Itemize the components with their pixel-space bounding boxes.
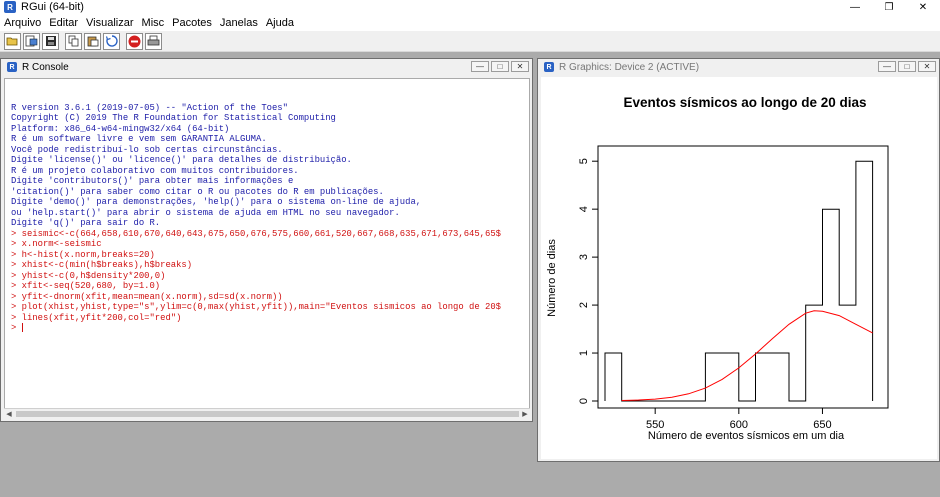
console-line: ou 'help.start()' para abrir o sistema d…: [11, 207, 400, 218]
console-command: > yfit<-dnorm(xfit,mean=mean(x.norm),sd=…: [11, 291, 283, 302]
console-line: R version 3.6.1 (2019-07-05) -- "Action …: [11, 102, 288, 113]
plot-area: Eventos sísmicos ao longo de 20 dias Núm…: [541, 77, 937, 459]
app-title: RGui (64-bit): [21, 1, 84, 13]
console-command: > yhist<-c(0,h$density*200,0): [11, 270, 166, 281]
console-line: Você pode redistribuí-lo sob certas circ…: [11, 144, 283, 155]
console-line: Digite 'q()' para sair do R.: [11, 218, 161, 228]
axes: 550 600 650 0 1 2 3 4 5: [578, 145, 889, 431]
text-caret: [21, 323, 23, 333]
menu-visualizar[interactable]: Visualizar: [82, 17, 138, 29]
prompt-symbol: >: [11, 323, 22, 333]
console-text-area[interactable]: R version 3.6.1 (2019-07-05) -- "Action …: [4, 78, 530, 415]
restore-button[interactable]: ❐: [872, 0, 906, 14]
console-window[interactable]: R R Console — □ ✕ R version 3.6.1 (2019-…: [0, 58, 533, 422]
r-logo-icon: R: [544, 62, 554, 72]
x-tick-label: 650: [813, 419, 831, 431]
scroll-left-icon[interactable]: ◀: [4, 409, 14, 419]
y-tick-label: 0: [578, 398, 590, 404]
graphics-title: R Graphics: Device 2 (ACTIVE): [559, 61, 700, 73]
copy-paste-icon[interactable]: [103, 32, 120, 50]
console-title: R Console: [22, 61, 69, 73]
console-prompt[interactable]: >: [11, 323, 501, 334]
x-tick-label: 600: [730, 419, 748, 431]
console-line: Platform: x86_64-w64-mingw32/x64 (64-bit…: [11, 123, 230, 134]
console-line: Digite 'demo()' para demonstrações, 'hel…: [11, 197, 422, 207]
open-script-icon[interactable]: [4, 32, 21, 50]
print-icon[interactable]: [145, 32, 162, 50]
y-tick-label: 5: [578, 158, 590, 164]
load-workspace-icon[interactable]: [23, 32, 40, 50]
window-controls: — ❐ ✕: [838, 0, 940, 14]
graphics-maximize-button[interactable]: □: [898, 61, 916, 72]
menu-misc[interactable]: Misc: [138, 17, 169, 29]
console-titlebar[interactable]: R R Console — □ ✕: [1, 59, 532, 75]
console-command: > xhist<-c(min(h$breaks),h$breaks): [11, 260, 193, 270]
console-minimize-button[interactable]: —: [471, 61, 489, 72]
console-command: > x.norm<-seismic: [11, 239, 102, 249]
close-button[interactable]: ✕: [906, 0, 940, 14]
menu-ajuda[interactable]: Ajuda: [262, 17, 298, 29]
r-logo-icon: R: [7, 62, 17, 72]
stop-icon[interactable]: [126, 32, 143, 50]
console-maximize-button[interactable]: □: [491, 61, 509, 72]
console-line: R é um projeto colaborativo com muitos c…: [11, 165, 299, 176]
console-command: > plot(xhist,yhist,type="s",ylim=c(0,max…: [11, 302, 501, 312]
r-logo-icon: R: [4, 1, 16, 13]
graphics-close-button[interactable]: ✕: [918, 61, 936, 72]
console-line: Copyright (C) 2019 The R Foundation for …: [11, 113, 336, 123]
console-command: > seismic<-c(664,658,610,670,640,643,675…: [11, 228, 501, 239]
menu-editar[interactable]: Editar: [45, 17, 82, 29]
normal-fit-curve: [621, 310, 873, 401]
series-layer: [604, 160, 874, 402]
console-command: > h<-hist(x.norm,breaks=20): [11, 249, 155, 260]
console-line: R é um software livre e vem sem GARANTIA…: [11, 134, 267, 144]
chart-title: Eventos sísmicos ao longo de 20 dias: [623, 95, 866, 110]
graphics-titlebar[interactable]: R R Graphics: Device 2 (ACTIVE) — □ ✕: [538, 59, 939, 75]
scroll-right-icon[interactable]: ▶: [520, 409, 530, 419]
scroll-thumb[interactable]: [16, 410, 519, 417]
app-titlebar: R RGui (64-bit) — ❐ ✕: [0, 0, 940, 14]
console-command: > lines(xfit,yfit*200,col="red"): [11, 312, 182, 323]
console-close-button[interactable]: ✕: [511, 61, 529, 72]
menu-janelas[interactable]: Janelas: [216, 17, 262, 29]
save-workspace-icon[interactable]: [42, 32, 59, 50]
menubar: Arquivo Editar Visualizar Misc Pacotes J…: [0, 14, 940, 31]
paste-icon[interactable]: [84, 32, 101, 50]
y-tick-label: 1: [578, 350, 590, 356]
y-tick-label: 3: [578, 254, 590, 260]
toolbar: [0, 31, 940, 52]
console-line: Digite 'contributors()' para obter mais …: [11, 176, 294, 186]
menu-pacotes[interactable]: Pacotes: [168, 17, 216, 29]
menu-arquivo[interactable]: Arquivo: [0, 17, 45, 29]
histogram-step-line: [604, 160, 874, 402]
scroll-track[interactable]: [14, 410, 520, 418]
x-axis-label: Número de eventos sísmicos em um dia: [648, 430, 845, 442]
y-axis-label: Número de dias: [546, 239, 558, 317]
graphics-minimize-button[interactable]: —: [878, 61, 896, 72]
console-horizontal-scrollbar[interactable]: ◀ ▶: [4, 408, 530, 418]
plot-frame: [597, 145, 889, 409]
copy-icon[interactable]: [65, 32, 82, 50]
console-line: 'citation()' para saber como citar o R o…: [11, 186, 384, 197]
y-tick-label: 4: [578, 206, 590, 212]
graphics-window[interactable]: R R Graphics: Device 2 (ACTIVE) — □ ✕ Ev…: [537, 58, 940, 462]
x-tick-label: 550: [646, 419, 664, 431]
histogram-plot: Eventos sísmicos ao longo de 20 dias Núm…: [546, 95, 889, 442]
minimize-button[interactable]: —: [838, 0, 872, 14]
console-output: R version 3.6.1 (2019-07-05) -- "Action …: [11, 92, 501, 355]
y-tick-label: 2: [578, 302, 590, 308]
console-command: > xfit<-seq(520,680, by=1.0): [11, 281, 161, 291]
console-line: Digite 'license()' ou 'licence()' para d…: [11, 155, 352, 165]
